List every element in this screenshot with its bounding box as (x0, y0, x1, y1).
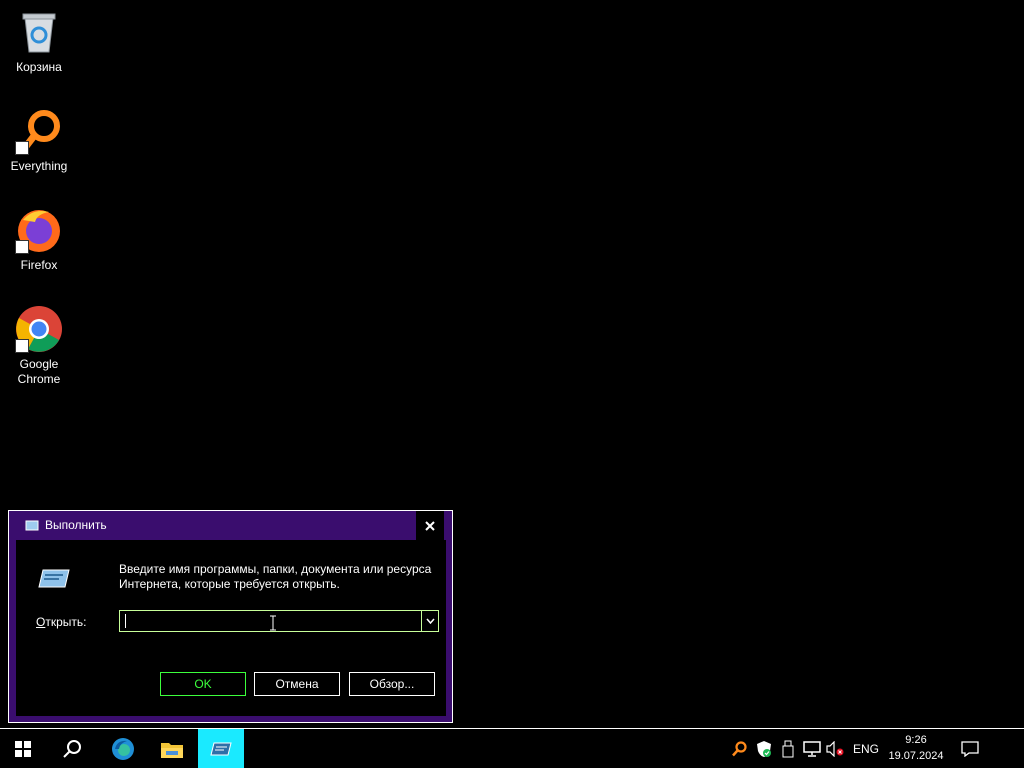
close-button[interactable] (416, 511, 444, 540)
open-label-text: ткрыть: (45, 615, 87, 629)
taskbar-run[interactable] (198, 729, 244, 768)
desktop-icon-firefox[interactable]: Firefox (4, 206, 74, 273)
tray-volume[interactable] (824, 729, 846, 768)
shield-icon (757, 740, 771, 757)
desktop-icon-label: Everything (10, 159, 68, 173)
desktop-icon-chrome[interactable]: Google Chrome (4, 305, 74, 387)
clock-date: 19.07.2024 (888, 750, 944, 762)
shortcut-arrow-icon (15, 240, 29, 254)
desktop-icon-label: Google Chrome (17, 357, 61, 386)
close-icon (425, 520, 435, 531)
ibeam-cursor-icon (269, 615, 277, 636)
edge-icon (112, 737, 134, 760)
dropdown-button[interactable] (421, 611, 438, 631)
firefox-icon (15, 206, 63, 254)
recycle-bin-icon (15, 8, 63, 56)
notification-icon (961, 740, 979, 757)
shortcut-arrow-icon (15, 141, 29, 155)
start-button[interactable] (0, 729, 46, 768)
tray-network[interactable] (800, 729, 824, 768)
chrome-icon (15, 305, 63, 353)
search-button[interactable] (49, 729, 95, 768)
prompt-line-2: Интернета, которые требуется открыть. (119, 577, 340, 591)
open-label: Открыть: (36, 615, 86, 629)
dialog-title: Выполнить (45, 518, 107, 532)
desktop-icon-label: Firefox (20, 258, 58, 272)
run-icon (210, 742, 232, 755)
search-icon (63, 739, 81, 758)
chevron-down-icon (425, 618, 435, 624)
dialog-prompt: Введите имя программы, папки, документа … (119, 562, 439, 592)
open-combobox[interactable] (119, 610, 439, 632)
text-caret (125, 614, 126, 628)
taskbar-edge[interactable] (100, 729, 146, 768)
volume-muted-icon (826, 740, 844, 757)
dialog-title-bar[interactable]: Выполнить (9, 511, 452, 540)
tray-everything[interactable] (728, 729, 750, 768)
clock[interactable]: 9:26 19.07.2024 (884, 732, 948, 764)
desktop-icon-recycle-bin[interactable]: Корзина (4, 8, 74, 75)
network-icon (803, 740, 821, 757)
cancel-button[interactable]: Отмена (254, 672, 340, 696)
start-icon (15, 740, 31, 757)
notification-button[interactable] (952, 729, 988, 768)
run-icon (25, 519, 39, 537)
prompt-line-1: Введите имя программы, папки, документа … (119, 562, 432, 576)
shortcut-arrow-icon (15, 339, 29, 353)
language-indicator[interactable]: ENG (848, 729, 884, 768)
usb-drive-icon (782, 740, 794, 757)
clock-time: 9:26 (905, 734, 927, 746)
file-explorer-icon (161, 742, 183, 758)
desktop-icon-everything[interactable]: Everything (4, 107, 74, 174)
taskbar: ENG 9:26 19.07.2024 (0, 728, 1024, 768)
everything-search-icon (15, 107, 63, 155)
ok-button[interactable]: OK (160, 672, 246, 696)
dialog-body: Введите имя программы, папки, документа … (16, 540, 446, 716)
run-program-icon (37, 567, 71, 596)
desktop-icon-label: Корзина (16, 60, 62, 74)
everything-search-icon (732, 740, 747, 756)
browse-button[interactable]: Обзор... (349, 672, 435, 696)
run-dialog: Выполнить Введите имя программы, папки, … (8, 510, 453, 723)
taskbar-file-explorer[interactable] (149, 729, 195, 768)
tray-usb[interactable] (778, 729, 798, 768)
tray-security[interactable] (752, 729, 776, 768)
open-label-accelerator: О (36, 615, 46, 629)
